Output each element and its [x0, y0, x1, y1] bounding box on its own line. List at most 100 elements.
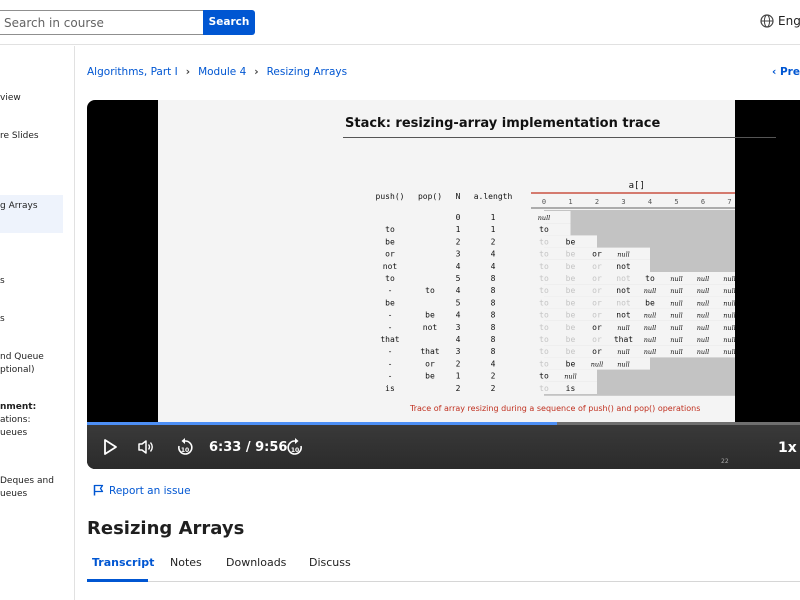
array-cell: or: [592, 286, 602, 295]
length-value: 8: [491, 311, 496, 320]
push-value: be: [385, 298, 395, 307]
chevron-left-icon: ‹: [772, 66, 780, 78]
array-cell: null: [697, 287, 710, 295]
sidebar-item-label: ueues: [0, 489, 28, 499]
chevron-right-icon: ›: [185, 66, 191, 78]
sidebar-item-label: ations:: [0, 415, 31, 425]
array-cell: not: [616, 286, 631, 295]
previous-label: Prev: [779, 66, 800, 78]
top-bar: Search in course Search Engl: [0, 0, 800, 45]
array-cell: null: [723, 275, 735, 283]
n-value: 4: [456, 286, 461, 295]
push-value: -: [388, 359, 393, 368]
array-cell: to: [539, 274, 549, 283]
array-cell: be: [566, 262, 576, 271]
sidebar-item-4[interactable]: s: [0, 275, 5, 288]
array-cell: be: [566, 250, 576, 259]
tab-notes[interactable]: Notes: [170, 556, 202, 569]
length-value: 8: [491, 286, 496, 295]
progress-fill: [87, 422, 558, 425]
sidebar-item-1[interactable]: view: [0, 92, 21, 105]
length-value: 2: [491, 237, 496, 246]
push-value: not: [383, 262, 398, 271]
pop-value: not: [423, 323, 438, 332]
language-label: Engl: [778, 14, 800, 28]
sidebar-item-5[interactable]: s: [0, 313, 5, 326]
sidebar-item-6[interactable]: nd Queue ptional): [0, 351, 44, 377]
array-cell: to: [539, 311, 549, 320]
column-header: a.length: [474, 192, 513, 201]
length-value: 4: [491, 262, 496, 271]
forward-10-icon[interactable]: 10: [286, 437, 304, 457]
breadcrumb-course[interactable]: Algorithms, Part I: [87, 66, 178, 78]
length-value: 8: [491, 298, 496, 307]
n-value: 3: [456, 250, 461, 259]
tab-downloads[interactable]: Downloads: [226, 556, 286, 569]
svg-text:10: 10: [291, 447, 299, 454]
array-cell: be: [566, 359, 576, 368]
sidebar-item-7[interactable]: nment: ations: ueues: [0, 401, 36, 440]
flag-icon: [93, 484, 104, 496]
push-value: -: [388, 311, 393, 320]
length-value: 1: [491, 213, 496, 222]
breadcrumb-lesson[interactable]: Resizing Arrays: [267, 66, 348, 78]
sidebar-item-label: view: [0, 93, 21, 103]
array-cell: null: [697, 275, 710, 283]
array-cell: null: [670, 348, 683, 356]
breadcrumb-module[interactable]: Module 4: [198, 66, 246, 78]
column-header: N: [456, 192, 461, 201]
array-cell: null: [697, 336, 710, 344]
array-cell: not: [616, 274, 631, 283]
n-value: 4: [456, 311, 461, 320]
array-cell: be: [566, 286, 576, 295]
sidebar-item-2[interactable]: re Slides: [0, 130, 39, 143]
page-title: Resizing Arrays: [87, 518, 245, 539]
n-value: 2: [456, 237, 461, 246]
array-cell: to: [539, 286, 549, 295]
array-cell: not: [616, 311, 631, 320]
play-icon[interactable]: [102, 438, 118, 456]
array-cell: or: [592, 250, 602, 259]
volume-icon[interactable]: [137, 439, 155, 455]
playback-speed-button[interactable]: 1x: [778, 440, 797, 456]
sidebar-item-3[interactable]: g Arrays: [0, 200, 38, 213]
tab-transcript[interactable]: Transcript: [92, 556, 154, 569]
index-header: 5: [674, 198, 678, 206]
report-issue-link[interactable]: Report an issue: [93, 484, 191, 497]
array-cell: null: [670, 299, 683, 307]
globe-icon: [760, 14, 774, 28]
array-cell: be: [566, 323, 576, 332]
previous-link[interactable]: ‹ Prev: [772, 66, 800, 78]
sidebar-item-8[interactable]: Deques and ueues: [0, 475, 54, 501]
array-cell: or: [592, 262, 602, 271]
array-cell: null: [723, 324, 735, 332]
array-cell: to: [539, 237, 549, 246]
array-cell: or: [592, 335, 602, 344]
pop-value: be: [425, 372, 435, 381]
video-player[interactable]: Stack: resizing-array implementation tra…: [87, 100, 800, 469]
array-cell: null: [670, 336, 683, 344]
slide-number: 22: [721, 458, 729, 465]
length-value: 8: [491, 347, 496, 356]
push-value: to: [385, 274, 395, 283]
tab-discuss[interactable]: Discuss: [309, 556, 351, 569]
array-cell: be: [566, 298, 576, 307]
array-cell: be: [566, 237, 576, 246]
array-cell: to: [539, 372, 549, 381]
rewind-10-icon[interactable]: 10: [176, 437, 194, 457]
index-header: 3: [621, 198, 625, 206]
search-input[interactable]: Search in course: [0, 10, 204, 35]
sidebar-item-label: ptional): [0, 365, 35, 375]
index-header: 1: [568, 198, 572, 206]
n-value: 4: [456, 335, 461, 344]
array-cell: null: [617, 324, 630, 332]
array-cell: null: [617, 251, 630, 259]
language-selector[interactable]: Engl: [760, 14, 800, 28]
array-cell: null: [697, 299, 710, 307]
push-value: -: [388, 347, 393, 356]
array-cell: to: [539, 323, 549, 332]
search-button[interactable]: Search: [203, 10, 255, 35]
index-header: 4: [648, 198, 652, 206]
length-value: 4: [491, 250, 496, 259]
array-cell: or: [592, 311, 602, 320]
